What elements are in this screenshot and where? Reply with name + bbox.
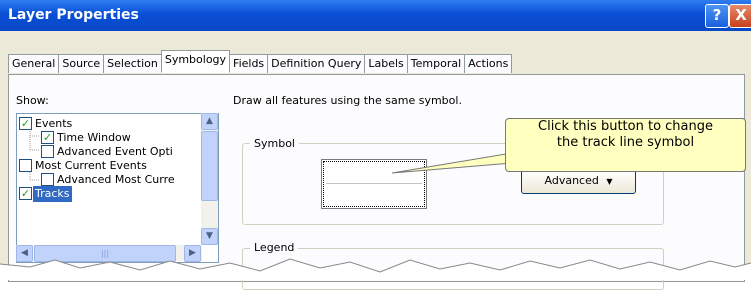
advanced-button-label: Advanced xyxy=(544,174,599,187)
time-window-checkbox[interactable]: ✓ xyxy=(41,131,54,144)
track-line-preview xyxy=(326,183,422,184)
tab-symbology[interactable]: Symbology xyxy=(160,50,231,73)
window-title: Layer Properties xyxy=(8,7,139,23)
tree-item-label: Tracks xyxy=(33,186,72,202)
torn-edge xyxy=(0,258,751,280)
callout-line-1: Click this button to change xyxy=(538,119,713,134)
tab-selection[interactable]: Selection xyxy=(103,54,162,73)
annotation-callout: Click this button to change the track li… xyxy=(505,118,746,172)
tab-general[interactable]: General xyxy=(8,54,60,73)
tab-labels[interactable]: Labels xyxy=(364,54,408,73)
most-current-events-checkbox[interactable] xyxy=(19,159,32,172)
title-bar: Layer Properties ? X xyxy=(0,0,751,31)
callout-line-2: the track line symbol xyxy=(556,135,695,150)
tab-definition-query[interactable]: Definition Query xyxy=(267,54,366,73)
show-tree: ✓ Events ✓ Time Window Advanced Event Op… xyxy=(16,113,219,263)
vertical-scroll-thumb[interactable] xyxy=(201,131,218,201)
tab-actions[interactable]: Actions xyxy=(464,54,513,73)
renderer-description: Draw all features using the same symbol. xyxy=(233,94,462,107)
tab-strip: General Source Selection Symbology Field… xyxy=(8,50,513,73)
symbol-group-label: Symbol xyxy=(250,137,299,150)
advanced-button[interactable]: Advanced ▼ xyxy=(521,169,636,194)
tree-item-tracks[interactable]: ✓ Tracks xyxy=(19,186,209,202)
screenshot: Layer Properties ? X General Source Sele… xyxy=(0,0,751,290)
tab-temporal[interactable]: Temporal xyxy=(406,54,466,73)
dropdown-arrow-icon: ▼ xyxy=(606,177,613,186)
scroll-up-icon[interactable]: ▲ xyxy=(201,113,218,130)
events-checkbox[interactable]: ✓ xyxy=(19,117,32,130)
tracks-checkbox[interactable]: ✓ xyxy=(19,187,32,200)
tree-vertical-scrollbar[interactable]: ▲ ▼ xyxy=(201,113,218,245)
tab-fields[interactable]: Fields xyxy=(229,54,269,73)
advanced-most-current-checkbox[interactable] xyxy=(41,173,54,186)
advanced-event-options-checkbox[interactable] xyxy=(41,145,54,158)
tab-source[interactable]: Source xyxy=(58,54,105,73)
symbol-button[interactable] xyxy=(321,159,427,209)
close-button[interactable]: X xyxy=(729,4,751,28)
show-label: Show: xyxy=(16,94,49,107)
help-button[interactable]: ? xyxy=(705,4,729,28)
